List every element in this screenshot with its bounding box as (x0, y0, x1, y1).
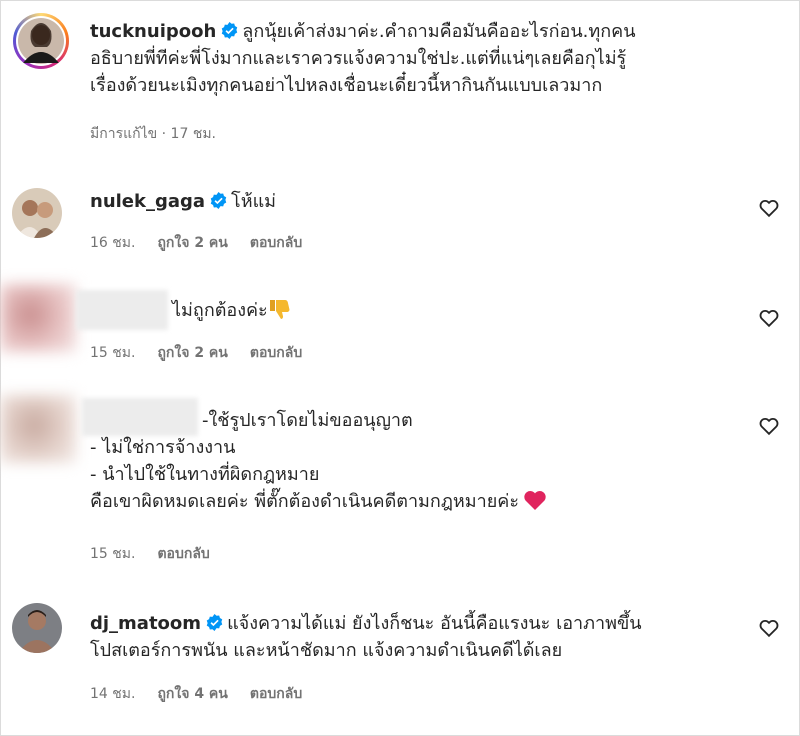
comment-line-2: - ไม่ใช่การจ้างงาน (90, 437, 236, 458)
reply-button[interactable]: ตอบกลับ (250, 232, 302, 254)
comment-2: ไม่ถูกต้องค่ะ (172, 297, 730, 324)
comment-3-meta: 15 ชม. ตอบกลับ (90, 543, 210, 565)
username-blurred[interactable] (76, 290, 168, 330)
comment-4-meta: 14 ชม. ถูกใจ 4 คน ตอบกลับ (90, 683, 302, 705)
username[interactable]: nulek_gaga (90, 191, 205, 212)
verified-badge-icon (222, 22, 238, 39)
avatar-blurred[interactable] (0, 395, 76, 463)
verified-badge-icon (206, 614, 223, 631)
comment-line-3: - นำไปใช้ในทางที่ผิดกฎหมาย (90, 464, 320, 485)
avatar-photo (12, 603, 62, 653)
comment-text: โห้แม่ (231, 191, 277, 212)
comment-time: 14 ชม. (90, 686, 136, 702)
caption-line-1: ลูกนุ้ยเค้าส่งมาค่ะ.คำถามคือมันคืออะไรก่… (242, 21, 636, 42)
avatar-photo (12, 188, 62, 238)
like-heart-icon[interactable] (758, 307, 780, 329)
like-heart-icon[interactable] (758, 197, 780, 219)
red-heart-emoji-icon (524, 491, 546, 510)
avatar-photo (16, 16, 66, 66)
comment-time: 15 ชม. (90, 546, 136, 562)
comment-line-4: คือเขาผิดหมดเลยค่ะ พี่ตั๊กต้องดำเนินคดีต… (90, 491, 520, 512)
comment-line-1: แจ้งความได้แม่ ยังไงก็ชนะ อันนี้คือแรงนะ… (227, 613, 642, 634)
comment-4: dj_matoom แจ้งความได้แม่ ยังไงก็ชนะ อันนี… (90, 610, 730, 664)
caption-line-2: อธิบายพี่ทีค่ะพี่โง่มากและเราควรแจ้งความ… (90, 48, 627, 69)
edited-time: มีการแก้ไข · 17 ชม. (90, 126, 216, 142)
avatar-tucknuipooh[interactable] (13, 13, 69, 69)
likes-count[interactable]: ถูกใจ 2 คน (157, 232, 227, 254)
caption-line-3: เรื่องด้วยนะเมิงทุกคนอย่าไปหลงเชื่อนะเดี… (90, 75, 603, 96)
like-heart-icon[interactable] (758, 617, 780, 639)
reply-button[interactable]: ตอบกลับ (250, 683, 302, 705)
thumbs-down-emoji-icon (269, 300, 290, 319)
username[interactable]: dj_matoom (90, 613, 201, 634)
comment-1-meta: 16 ชม. ถูกใจ 2 คน ตอบกลับ (90, 232, 302, 254)
comment-line-2: โปสเตอร์การพนัน และหน้าชัดมาก แจ้งความดำ… (90, 640, 563, 661)
comment-line-1: -ใช้รูปเราโดยไม่ขออนุญาต (202, 410, 413, 431)
comment-time: 16 ชม. (90, 235, 136, 251)
likes-count[interactable]: ถูกใจ 2 คน (157, 342, 227, 364)
like-heart-icon[interactable] (758, 415, 780, 437)
comment-text: ไม่ถูกต้องค่ะ (172, 300, 268, 321)
likes-count[interactable]: ถูกใจ 4 คน (157, 683, 227, 705)
comment-2-meta: 15 ชม. ถูกใจ 2 คน ตอบกลับ (90, 342, 302, 364)
post-meta: มีการแก้ไข · 17 ชม. (90, 123, 216, 145)
username[interactable]: tucknuipooh (90, 21, 216, 42)
comment-1: nulek_gaga โห้แม่ (90, 188, 730, 215)
avatar-nulek_gaga[interactable] (12, 188, 62, 238)
comment-3: -ใช้รูปเราโดยไม่ขออนุญาต - ไม่ใช่การจ้าง… (90, 407, 730, 515)
comment-time: 15 ชม. (90, 345, 136, 361)
verified-badge-icon (210, 192, 227, 209)
reply-button[interactable]: ตอบกลับ (157, 543, 209, 565)
reply-button[interactable]: ตอบกลับ (250, 342, 302, 364)
avatar-dj_matoom[interactable] (12, 603, 62, 653)
avatar-blurred[interactable] (0, 284, 76, 352)
post-caption: tucknuipooh ลูกนุ้ยเค้าส่งมาค่ะ.คำถามคือม… (90, 18, 730, 99)
